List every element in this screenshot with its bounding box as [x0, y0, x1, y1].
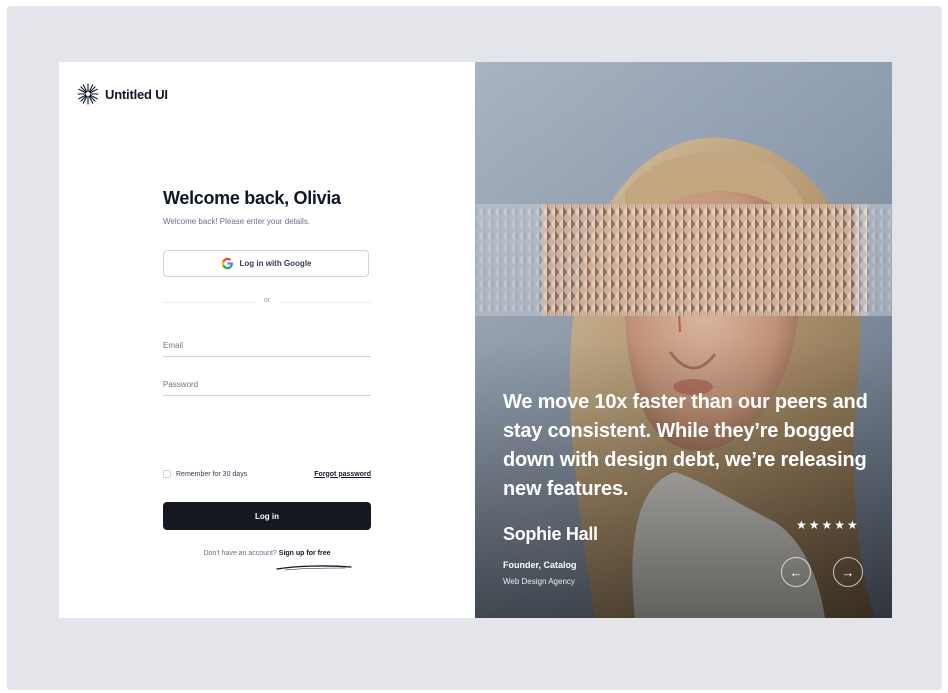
- arrow-left-icon: ←: [789, 564, 803, 580]
- forgot-password-link[interactable]: Forgot password: [314, 471, 371, 478]
- signup-prompt: Don't have an account? Sign up for free: [163, 550, 371, 557]
- remember-label: Remember for 30 days: [176, 470, 248, 478]
- login-panel: Untitled UI Welcome back, Olivia Welcome…: [59, 62, 475, 618]
- page-subtitle: Welcome back! Please enter your details.: [163, 217, 311, 226]
- email-field-wrapper: [163, 336, 371, 357]
- next-testimonial-button[interactable]: →: [833, 557, 863, 587]
- rating-stars-icon: ★★★★★: [796, 518, 860, 532]
- logo-burst-icon: [77, 83, 99, 105]
- signup-prompt-text: Don't have an account?: [203, 550, 277, 557]
- login-button[interactable]: Log in: [163, 502, 371, 530]
- signup-link[interactable]: Sign up for free: [279, 550, 331, 557]
- remember-row: Remember for 30 days Forgot password: [163, 468, 371, 480]
- password-field-wrapper: [163, 375, 371, 396]
- remember-checkbox[interactable]: [163, 470, 171, 478]
- google-login-button[interactable]: Log in with Google: [163, 250, 369, 277]
- testimonial-panel: We move 10x faster than our peers and st…: [475, 62, 892, 618]
- arrow-right-icon: →: [841, 564, 855, 580]
- remember-option[interactable]: Remember for 30 days: [163, 470, 247, 478]
- google-icon: [221, 257, 233, 270]
- brand-name: Untitled UI: [105, 86, 168, 102]
- email-field[interactable]: [163, 341, 371, 350]
- login-card: Untitled UI Welcome back, Olivia Welcome…: [59, 62, 892, 618]
- divider-line-right: [279, 302, 371, 303]
- password-field[interactable]: [163, 380, 371, 389]
- author-role: Founder, Catalog: [503, 560, 577, 570]
- login-form: Welcome back, Olivia Welcome back! Pleas…: [163, 188, 371, 571]
- brand-logo[interactable]: Untitled UI: [77, 83, 168, 105]
- page-title: Welcome back, Olivia: [163, 188, 341, 208]
- author-company: Web Design Agency: [503, 577, 575, 586]
- prev-testimonial-button[interactable]: ←: [781, 557, 811, 587]
- testimonial-author: Sophie Hall: [503, 524, 598, 544]
- signup-underline-scribble: [276, 565, 352, 571]
- or-divider: or: [163, 297, 371, 307]
- google-login-label: Log in with Google: [239, 259, 312, 268]
- page-background: Untitled UI Welcome back, Olivia Welcome…: [0, 0, 948, 693]
- testimonial-quote: We move 10x faster than our peers and st…: [503, 391, 868, 500]
